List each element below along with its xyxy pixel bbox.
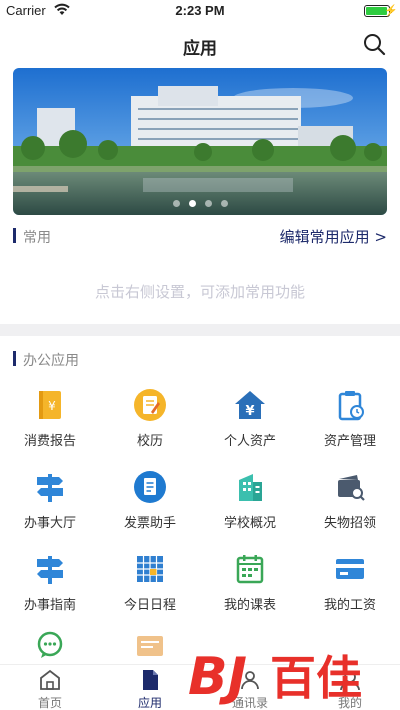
section-divider: [0, 324, 400, 336]
wallet-search-icon: [338, 475, 365, 501]
app-asset-management[interactable]: 资产管理: [300, 388, 400, 468]
office-section-header: 办公应用: [13, 349, 387, 369]
campus-photo: [13, 68, 387, 215]
timetable-icon: [236, 555, 264, 584]
carousel-dot[interactable]: [204, 200, 212, 207]
clipboard-clock-icon: [338, 391, 364, 421]
app-school-calendar[interactable]: 校历: [100, 388, 200, 468]
signpost-icon: [37, 474, 63, 502]
svg-text:BJ: BJ: [188, 647, 247, 707]
app-invoice-assistant[interactable]: 发票助手: [100, 470, 200, 550]
app-today-schedule[interactable]: 今日日程: [100, 552, 200, 632]
search-icon[interactable]: [362, 32, 386, 56]
app-school-overview[interactable]: 学校概况: [200, 470, 300, 550]
svg-text:¥: ¥: [245, 404, 254, 419]
svg-text:¥: ¥: [48, 399, 56, 413]
office-section-title: 办公应用: [23, 353, 79, 369]
app-service-guide[interactable]: 办事指南: [0, 552, 100, 632]
card-icon: [336, 559, 364, 579]
carousel-dot[interactable]: [172, 200, 180, 207]
common-empty-hint: 点击右侧设置，可添加常用功能: [94, 283, 305, 301]
carousel-dots: [13, 200, 387, 207]
home-icon: [40, 669, 60, 690]
svg-text:百佳: 百佳: [270, 651, 362, 705]
nav-bar: 应用: [0, 22, 400, 66]
house-yen-icon: ¥: [235, 391, 265, 419]
charging-icon: ⚡: [384, 5, 398, 17]
app-lost-and-found[interactable]: 失物招领: [300, 470, 400, 550]
invoice-icon: [134, 471, 166, 503]
tab-apps[interactable]: 应用: [100, 665, 200, 710]
common-section-title: 常用: [23, 230, 51, 246]
report-icon: ¥: [39, 391, 61, 419]
banner-carousel[interactable]: [13, 68, 387, 215]
app-service-hall[interactable]: 办事大厅: [0, 470, 100, 550]
app-my-salary[interactable]: 我的工资: [300, 552, 400, 632]
apps-icon: [143, 670, 158, 690]
edit-common-apps-link[interactable]: 编辑常用应用 >: [280, 226, 387, 247]
app-consumption-report[interactable]: ¥ 消费报告: [0, 388, 100, 468]
calendar-note-icon: [134, 389, 166, 421]
carousel-dot[interactable]: [220, 200, 228, 207]
status-time: 2:23 PM: [175, 3, 225, 18]
app-personal-assets[interactable]: ¥ 个人资产: [200, 388, 300, 468]
common-section-header: 常用 编辑常用应用 >: [13, 226, 387, 246]
signpost-icon: [37, 556, 63, 584]
app-my-timetable[interactable]: 我的课表: [200, 552, 300, 632]
carousel-dot[interactable]: [188, 200, 196, 207]
receipt-icon: [137, 636, 163, 656]
status-bar: Carrier 2:23 PM ⚡: [0, 0, 400, 22]
chat-icon: [37, 631, 63, 658]
schedule-icon: [137, 556, 163, 582]
page-title: 应用: [183, 39, 217, 59]
building-icon: [239, 474, 262, 501]
watermark-logo: BJ 百佳: [188, 647, 362, 707]
tab-home[interactable]: 首页: [0, 665, 100, 710]
